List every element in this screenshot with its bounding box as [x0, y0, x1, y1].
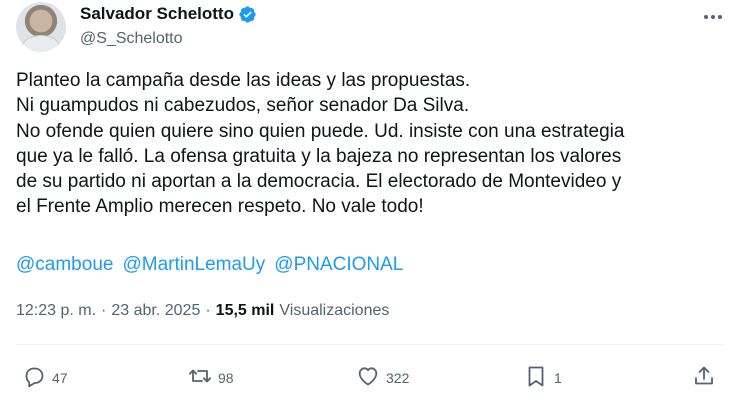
- avatar-shoulders: [22, 35, 60, 52]
- meta-separator: ·: [101, 302, 107, 319]
- tweet-text: Planteo la campaña desde las ideas y las…: [16, 70, 625, 218]
- avatar[interactable]: [16, 2, 66, 52]
- reply-button[interactable]: 47: [22, 364, 68, 391]
- verified-badge-icon: [238, 5, 257, 24]
- bookmark-count: 1: [554, 369, 562, 386]
- bookmark-icon: [524, 364, 548, 391]
- divider: [16, 344, 724, 345]
- views-label: Visualizaciones: [279, 302, 390, 319]
- tweet-header: Salvador Schelotto @S_Schelotto: [16, 2, 724, 54]
- share-icon: [692, 364, 716, 391]
- tweet-date[interactable]: 23 abr. 2025: [111, 302, 200, 320]
- share-button[interactable]: [692, 364, 716, 391]
- handle[interactable]: @S_Schelotto: [80, 30, 183, 48]
- like-button[interactable]: 322: [356, 364, 409, 391]
- repost-count: 98: [218, 369, 234, 386]
- action-bar: 47 98 322 1: [16, 364, 728, 392]
- views-count: 15,5 mil: [215, 302, 275, 319]
- like-count: 322: [386, 369, 410, 386]
- tweet-meta: 12:23 p. m. · 23 abr. 2025 · 15,5 mil Vi…: [16, 302, 389, 320]
- display-name[interactable]: Salvador Schelotto: [80, 4, 234, 24]
- more-dots-icon[interactable]: [702, 6, 724, 28]
- repost-button[interactable]: 98: [188, 364, 234, 391]
- repost-icon: [188, 364, 212, 391]
- reply-icon: [22, 364, 46, 391]
- bookmark-button[interactable]: 1: [524, 364, 562, 391]
- tweet-time[interactable]: 12:23 p. m.: [16, 302, 96, 320]
- heart-icon: [356, 364, 380, 391]
- mentions: @camboue @MartinLemaUy @PNACIONAL: [16, 252, 403, 277]
- reply-count: 47: [52, 369, 68, 386]
- mention-link[interactable]: @MartinLemaUy: [122, 252, 265, 277]
- mention-link[interactable]: @camboue: [16, 252, 113, 277]
- name-row: Salvador Schelotto: [80, 4, 257, 24]
- meta-separator: ·: [205, 302, 211, 319]
- mention-link[interactable]: @PNACIONAL: [274, 252, 403, 277]
